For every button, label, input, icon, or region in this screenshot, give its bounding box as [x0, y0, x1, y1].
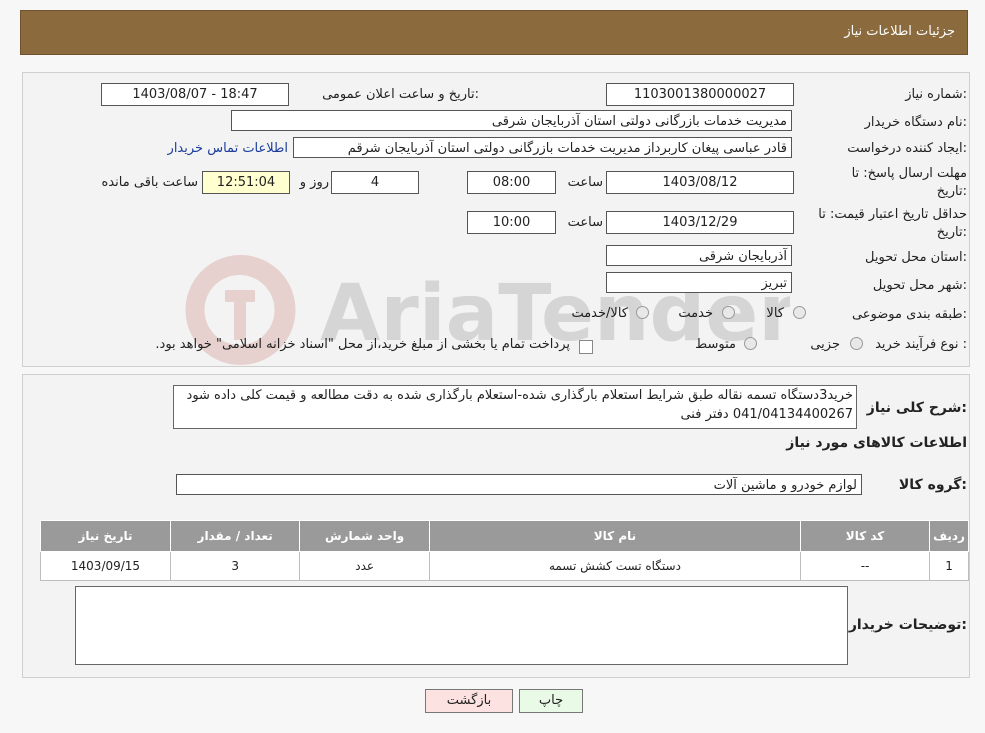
need-number-field: 1103001380000027	[606, 83, 794, 106]
back-button[interactable]: بازگشت	[425, 689, 513, 713]
buyer-notes-textarea[interactable]	[75, 586, 848, 665]
validity-label: حداقل تاریخ اعتبار قیمت: تا	[818, 207, 967, 222]
col-name: نام کالا	[428, 520, 801, 552]
category-goods-label: کالا	[766, 306, 784, 321]
cell-name: دستگاه تست کشش تسمه	[428, 551, 801, 581]
category-service-radio[interactable]	[722, 306, 735, 319]
announce-field: 1403/08/07 - 18:47	[101, 83, 289, 106]
category-goods-radio[interactable]	[793, 306, 806, 319]
requester-label: ایجاد کننده درخواست:	[847, 141, 967, 156]
col-unit: واحد شمارش	[299, 520, 430, 552]
need-number-label: شماره نیاز:	[905, 87, 967, 102]
requester-field: قادر عباسی پیغان کاربرداز مدیریت خدمات ب…	[293, 137, 792, 158]
validity-time-label: ساعت	[567, 215, 603, 230]
col-qty: تعداد / مقدار	[169, 520, 301, 552]
print-button[interactable]: چاپ	[519, 689, 583, 713]
announce-label: تاریخ و ساعت اعلان عمومی:	[322, 87, 479, 102]
province-label: استان محل تحویل:	[865, 250, 967, 265]
remaining-time-label: ساعت باقی مانده	[101, 175, 198, 190]
process-minor-radio[interactable]	[850, 337, 863, 350]
goods-group-label: گروه کالا:	[898, 477, 967, 493]
table-row: 1 -- دستگاه تست کشش تسمه عدد 3 1403/09/1…	[40, 551, 969, 581]
cell-unit: عدد	[299, 551, 430, 581]
goods-info-title: اطلاعات کالاهای مورد نیاز	[786, 435, 967, 451]
buyer-notes-label: توضیحات خریدار:	[848, 617, 967, 633]
cell-code: --	[799, 551, 931, 581]
col-row: ردیف	[929, 520, 969, 552]
items-table-header: ردیف کد کالا نام کالا واحد شمارش تعداد /…	[40, 520, 969, 552]
deadline-date-field: 1403/08/12	[606, 171, 794, 194]
cell-date: 1403/09/15	[40, 551, 171, 581]
buyer-org-field: مدیریت خدمات بازرگانی دولتی استان آذربای…	[231, 110, 792, 131]
days-label: روز و	[299, 175, 329, 190]
goods-group-field: لوازم خودرو و ماشین آلات	[176, 474, 862, 495]
process-note: پرداخت تمام یا بخشی از مبلغ خرید،از محل …	[155, 337, 570, 352]
deadline-time-field: 08:00	[467, 171, 556, 194]
buyer-org-label: نام دستگاه خریدار:	[864, 115, 967, 130]
deadline-label-2: تاریخ:	[936, 184, 967, 199]
process-minor-label: جزیی	[810, 337, 840, 352]
validity-time-field: 10:00	[467, 211, 556, 234]
summary-textarea[interactable]: خرید3دستگاه تسمه نقاله طبق شرایط استعلام…	[173, 385, 857, 429]
city-label: شهر محل تحویل:	[872, 278, 967, 293]
col-date: تاریخ نیاز	[40, 520, 171, 552]
items-table: ردیف کد کالا نام کالا واحد شمارش تعداد /…	[40, 520, 969, 581]
category-both-radio[interactable]	[636, 306, 649, 319]
validity-date-field: 1403/12/29	[606, 211, 794, 234]
page-title: جزئیات اطلاعات نیاز	[844, 24, 955, 39]
deadline-time-label: ساعت	[567, 175, 603, 190]
validity-label-2: تاریخ:	[936, 225, 967, 240]
province-field: آذربایجان شرقی	[606, 245, 792, 266]
remaining-time-field: 12:51:04	[202, 171, 290, 194]
category-both-label: کالا/خدمت	[571, 306, 628, 321]
process-medium-label: متوسط	[695, 337, 736, 352]
deadline-label: مهلت ارسال پاسخ: تا	[851, 166, 967, 181]
treasury-checkbox[interactable]	[579, 340, 593, 354]
category-service-label: خدمت	[678, 306, 713, 321]
cell-row: 1	[929, 551, 969, 581]
page-header: جزئیات اطلاعات نیاز	[20, 10, 968, 55]
days-remaining-field: 4	[331, 171, 419, 194]
contact-info-link[interactable]: اطلاعات تماس خریدار	[154, 141, 288, 156]
summary-label: شرح کلی نیاز:	[866, 400, 967, 416]
cell-qty: 3	[169, 551, 301, 581]
col-code: کد کالا	[799, 520, 931, 552]
process-medium-radio[interactable]	[744, 337, 757, 350]
city-field: تبریز	[606, 272, 792, 293]
category-label: طبقه بندی موضوعی:	[851, 307, 967, 322]
process-label: نوع فرآیند خرید :	[875, 337, 967, 352]
